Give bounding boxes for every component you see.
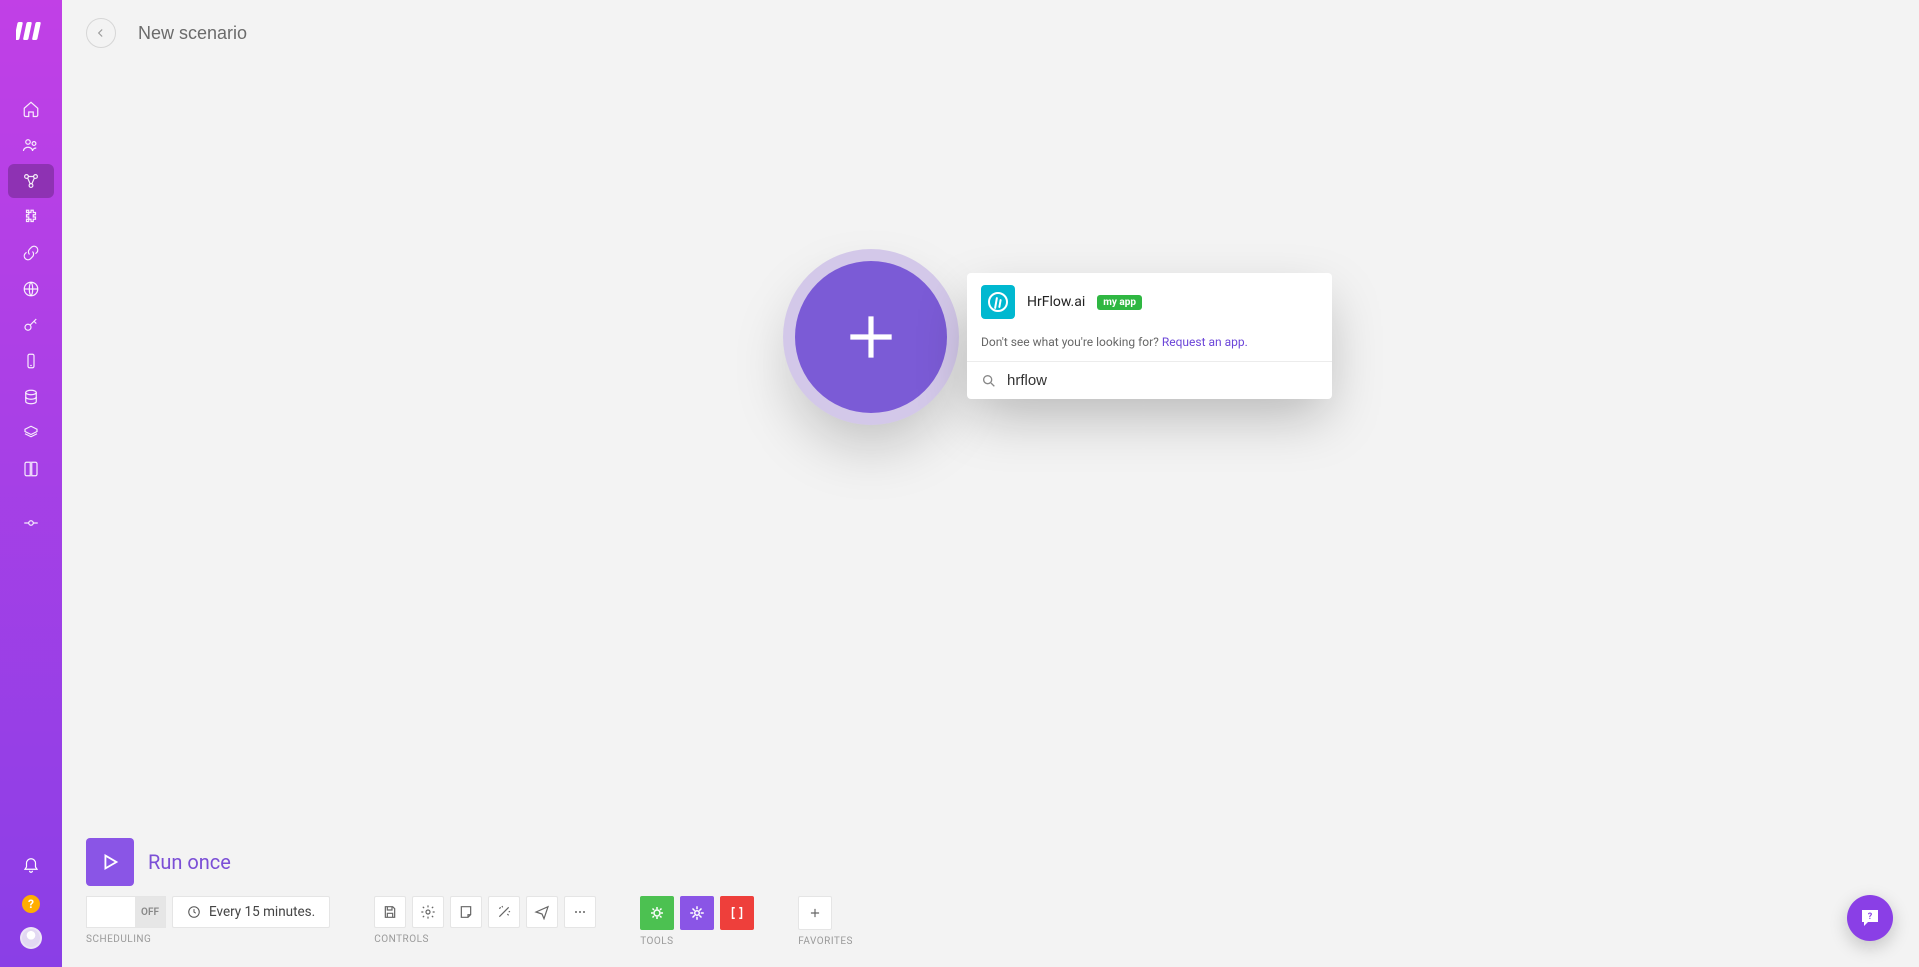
scheduling-toggle[interactable]: OFF [86,896,166,928]
request-app-link[interactable]: Request an app. [1162,335,1248,349]
tool-text-parser[interactable] [720,896,754,930]
nav-templates[interactable] [8,200,54,234]
add-favorite-button[interactable] [798,896,832,930]
tools-section: TOOLS [640,896,754,947]
make-logo[interactable] [14,14,48,48]
plane-icon [534,904,550,920]
add-module-inner [795,261,947,413]
floating-help-button[interactable]: ? [1847,895,1893,941]
plus-icon [840,306,902,368]
control-more[interactable] [564,896,596,928]
run-once-button[interactable] [86,838,134,886]
chat-help-icon: ? [1858,906,1882,930]
flow-gear-icon [648,904,666,922]
save-icon [382,904,398,920]
nav-devices[interactable] [8,344,54,378]
nav-datastores[interactable] [8,380,54,414]
tool-row: OFF Every 15 minutes. SCHEDULING [86,896,1895,947]
scheduling-toggle-state: OFF [135,897,165,927]
scenario-title-input[interactable] [138,23,398,44]
control-save[interactable] [374,896,406,928]
controls-label: CONTROLS [374,934,596,945]
plus-small-icon [808,906,822,920]
note-icon [458,904,474,920]
nav-scenarios[interactable] [8,164,54,198]
sidebar: ? [0,0,62,967]
bottom-bar: Run once OFF Every 15 minutes. SCHEDULIN… [86,838,1895,947]
help-badge[interactable]: ? [22,895,40,913]
app-search-input[interactable] [1007,372,1318,389]
canvas[interactable]: HrFlow.ai my app Don't see what you're l… [62,0,1919,967]
run-row: Run once [86,838,1895,886]
popover-hint: Don't see what you're looking for? Reque… [967,331,1332,361]
nav-docs[interactable] [8,452,54,486]
svg-text:?: ? [1868,912,1873,922]
popover-hint-text: Don't see what you're looking for? [981,335,1162,349]
play-icon [99,851,121,873]
scheduling-section: OFF Every 15 minutes. SCHEDULING [86,896,330,945]
nav-webhooks[interactable] [8,272,54,306]
user-avatar[interactable] [20,927,42,949]
favorites-section: FAVORITES [798,896,853,947]
control-auto-align[interactable] [488,896,520,928]
control-settings[interactable] [412,896,444,928]
nav-datastores-2[interactable] [8,416,54,450]
nav-keys[interactable] [8,308,54,342]
wrench-icon [688,904,706,922]
sidebar-nav [0,92,62,540]
schedule-interval-label: Every 15 minutes. [209,904,315,920]
nav-more[interactable] [8,506,54,540]
nav-home[interactable] [8,92,54,126]
tool-tools[interactable] [680,896,714,930]
control-explain-flow[interactable] [526,896,558,928]
header [86,18,398,48]
wand-icon [496,904,512,920]
app-search-popover: HrFlow.ai my app Don't see what you're l… [967,273,1332,399]
brackets-icon [728,904,746,922]
run-once-label: Run once [148,850,231,874]
add-module-button[interactable] [783,249,959,425]
scheduling-label: SCHEDULING [86,934,330,945]
favorites-label: FAVORITES [798,936,853,947]
nav-connections[interactable] [8,236,54,270]
controls-section: CONTROLS [374,896,596,945]
schedule-interval[interactable]: Every 15 minutes. [172,896,330,928]
hrflow-app-icon [981,285,1015,319]
clock-icon [187,905,201,919]
search-icon [981,373,997,389]
notifications-icon[interactable] [8,847,54,881]
tools-label: TOOLS [640,936,754,947]
back-button[interactable] [86,18,116,48]
app-result-name: HrFlow.ai [1027,294,1085,310]
app-search-wrap [967,361,1332,399]
more-icon [572,904,588,920]
sidebar-bottom: ? [0,847,62,967]
tool-flow-control[interactable] [640,896,674,930]
control-notes[interactable] [450,896,482,928]
my-app-badge: my app [1097,295,1142,310]
app-result-hrflow[interactable]: HrFlow.ai my app [967,273,1332,331]
nav-team[interactable] [8,128,54,162]
gear-icon [420,904,436,920]
